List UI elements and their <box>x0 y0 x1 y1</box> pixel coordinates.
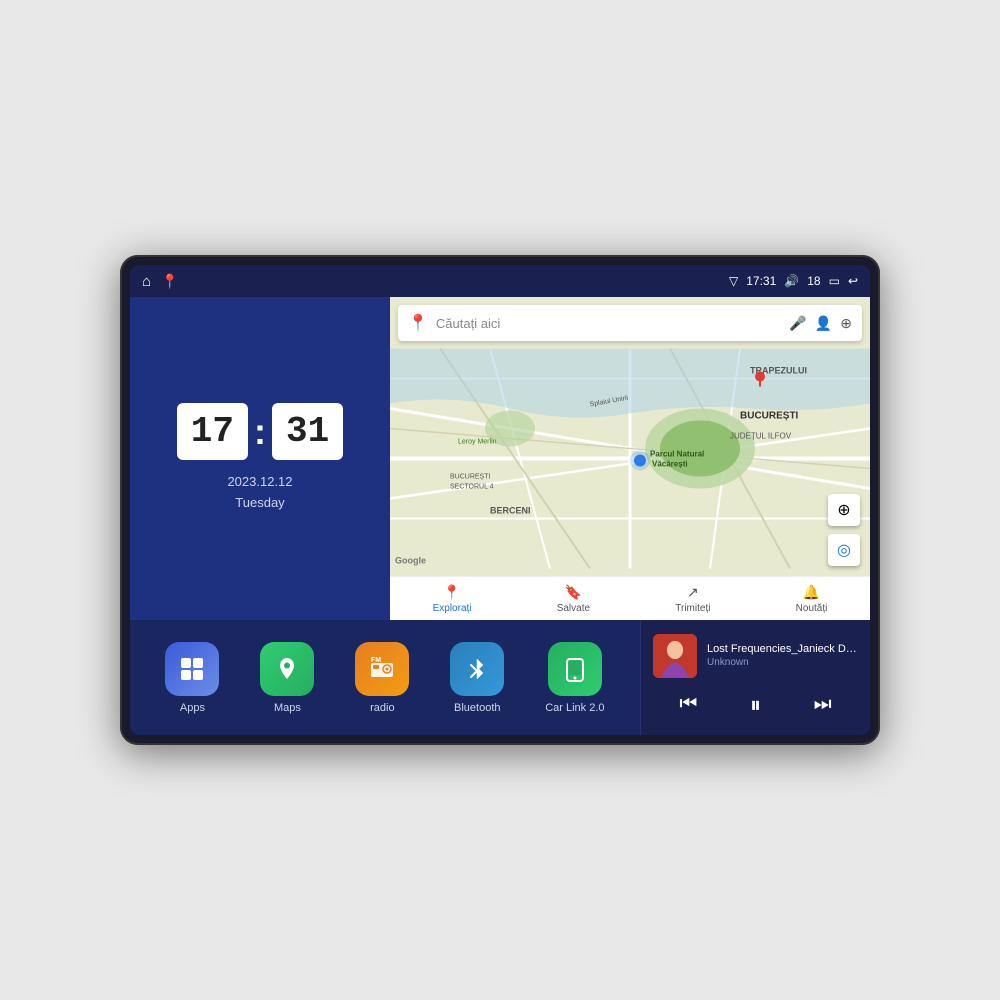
svg-text:JUDEȚUL ILFOV: JUDEȚUL ILFOV <box>730 432 792 441</box>
status-bar: ⌂ 📍 ▽ 17:31 🔊 18 ▭ ↩ <box>130 265 870 297</box>
app-item-radio[interactable]: FM radio <box>355 642 409 714</box>
svg-text:SECTORUL 4: SECTORUL 4 <box>450 484 494 491</box>
svg-text:BUCUREȘTI: BUCUREȘTI <box>740 411 799 422</box>
svg-text:Parcul Natural: Parcul Natural <box>650 450 704 459</box>
send-label: Trimiteți <box>675 603 710 614</box>
music-controls: ⏮ ⏸ ⏭ <box>653 688 858 722</box>
map-location-button[interactable]: ◎ <box>828 534 860 566</box>
battery-icon: ▭ <box>829 274 840 288</box>
apps-label: Apps <box>180 702 205 714</box>
explore-label: Explorați <box>433 603 472 614</box>
main-content: 17 : 31 2023.12.12 Tuesday 📍 Căutați aic… <box>130 297 870 735</box>
map-pin-icon: 📍 <box>408 313 428 333</box>
play-pause-button[interactable]: ⏸ <box>746 688 765 722</box>
next-button[interactable]: ⏭ <box>810 689 836 720</box>
map-panel[interactable]: 📍 Căutați aici 🎤 👤 ⊕ <box>390 297 870 620</box>
car-head-unit: ⌂ 📍 ▽ 17:31 🔊 18 ▭ ↩ 17 : <box>120 255 880 745</box>
svg-text:BERCENI: BERCENI <box>490 506 531 516</box>
time-display: 17:31 <box>746 274 776 288</box>
map-tab-news[interactable]: 🔔 Noutăți <box>796 584 828 614</box>
battery-level: 18 <box>807 274 820 288</box>
bluetooth-label: Bluetooth <box>454 702 500 714</box>
music-top: Lost Frequencies_Janieck Devy-... Unknow… <box>653 634 858 678</box>
svg-text:Google: Google <box>395 556 426 566</box>
map-tab-saved[interactable]: 🔖 Salvate <box>557 584 590 614</box>
music-artist: Unknown <box>707 657 858 668</box>
signal-icon: ▽ <box>729 274 738 288</box>
compass-icon: ⊕ <box>837 500 850 520</box>
news-label: Noutăți <box>796 603 828 614</box>
volume-icon: 🔊 <box>784 274 799 288</box>
svg-text:BUCUREȘTI: BUCUREȘTI <box>450 474 491 481</box>
album-art <box>653 634 697 678</box>
status-right-info: ▽ 17:31 🔊 18 ▭ ↩ <box>729 274 858 288</box>
clock-hour: 17 <box>177 403 248 460</box>
music-info: Lost Frequencies_Janieck Devy-... Unknow… <box>707 643 858 668</box>
carlink-icon <box>548 642 602 696</box>
send-icon: ↗ <box>687 584 699 601</box>
clock-colon: : <box>254 411 266 453</box>
app-item-carlink[interactable]: Car Link 2.0 <box>545 642 604 714</box>
bluetooth-icon-wrapper <box>450 642 504 696</box>
svg-text:Leroy Merlin: Leroy Merlin <box>458 439 497 446</box>
maps-pin-icon[interactable]: 📍 <box>161 273 178 290</box>
svg-text:FM: FM <box>371 657 381 664</box>
map-search-icons: 🎤 👤 ⊕ <box>789 315 852 332</box>
map-tab-send[interactable]: ↗ Trimiteți <box>675 584 710 614</box>
mic-icon[interactable]: 🎤 <box>789 315 806 332</box>
news-icon: 🔔 <box>803 584 820 601</box>
map-tab-explore[interactable]: 📍 Explorați <box>433 584 472 614</box>
map-search-bar[interactable]: 📍 Căutați aici 🎤 👤 ⊕ <box>398 305 862 341</box>
map-search-text[interactable]: Căutați aici <box>436 316 781 331</box>
music-panel: Lost Frequencies_Janieck Devy-... Unknow… <box>640 620 870 735</box>
clock-date: 2023.12.12 Tuesday <box>227 472 292 514</box>
carlink-label: Car Link 2.0 <box>545 702 604 714</box>
maps-label: Maps <box>274 702 301 714</box>
map-container: TRAPEZULUI BUCUREȘTI JUDEȚUL ILFOV BERCE… <box>390 341 870 576</box>
home-icon[interactable]: ⌂ <box>142 273 151 290</box>
app-icons-panel: Apps Maps <box>130 620 640 735</box>
prev-button[interactable]: ⏮ <box>675 689 701 720</box>
music-title: Lost Frequencies_Janieck Devy-... <box>707 643 858 655</box>
account-icon[interactable]: 👤 <box>815 315 832 332</box>
radio-label: radio <box>370 702 394 714</box>
screen: ⌂ 📍 ▽ 17:31 🔊 18 ▭ ↩ 17 : <box>130 265 870 735</box>
clock-minute: 31 <box>272 403 343 460</box>
status-left-icons: ⌂ 📍 <box>142 273 179 290</box>
app-item-apps[interactable]: Apps <box>165 642 219 714</box>
bottom-section: Apps Maps <box>130 620 870 735</box>
layers-icon[interactable]: ⊕ <box>840 315 852 332</box>
clock-panel: 17 : 31 2023.12.12 Tuesday <box>130 297 390 620</box>
clock-display: 17 : 31 <box>177 403 343 460</box>
location-icon: ◎ <box>837 540 851 560</box>
apps-icon <box>165 642 219 696</box>
map-compass-button[interactable]: ⊕ <box>828 494 860 526</box>
top-section: 17 : 31 2023.12.12 Tuesday 📍 Căutați aic… <box>130 297 870 620</box>
saved-label: Salvate <box>557 603 590 614</box>
map-bottom-bar: 📍 Explorați 🔖 Salvate ↗ Trimiteți 🔔 <box>390 576 870 620</box>
svg-text:Văcărești: Văcărești <box>652 460 688 469</box>
back-icon[interactable]: ↩ <box>848 274 858 288</box>
maps-icon <box>260 642 314 696</box>
radio-icon: FM <box>355 642 409 696</box>
app-item-maps[interactable]: Maps <box>260 642 314 714</box>
explore-icon: 📍 <box>443 584 460 601</box>
saved-icon: 🔖 <box>565 584 582 601</box>
app-item-bluetooth[interactable]: Bluetooth <box>450 642 504 714</box>
album-art-image <box>653 634 697 678</box>
